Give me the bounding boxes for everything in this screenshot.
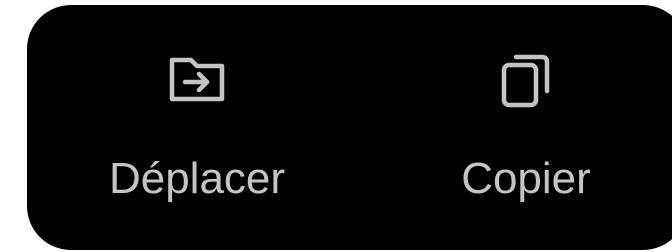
move-label: Déplacer: [108, 154, 286, 203]
copy-label: Copier: [461, 154, 591, 203]
folder-move-icon: [165, 47, 229, 111]
action-bar: Déplacer Copier: [27, 5, 672, 250]
move-button[interactable]: Déplacer: [82, 5, 312, 250]
copy-button[interactable]: Copier: [441, 5, 611, 250]
copy-icon: [494, 47, 558, 111]
